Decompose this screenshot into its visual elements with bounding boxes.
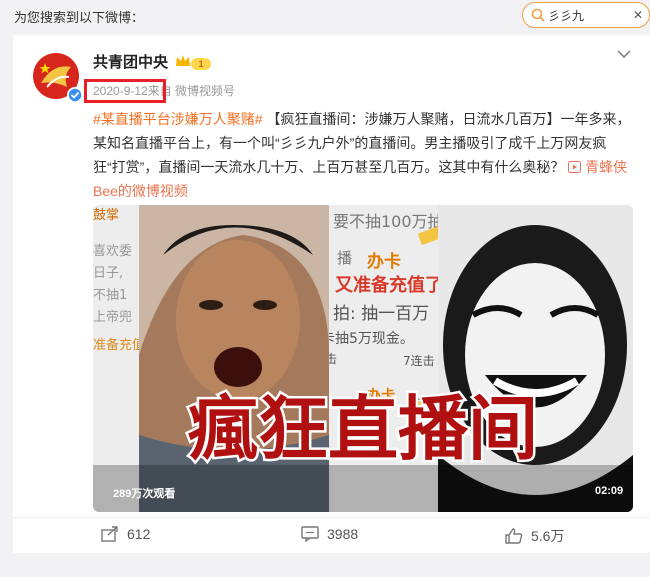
- bg-text: 办卡: [367, 251, 401, 272]
- video-player[interactable]: 鼓掌 喜欢委 日子, 不抽1 上帝兜 准备充值 要不抽100万抽 播 办卡 又准…: [93, 205, 633, 512]
- share-button[interactable]: 612: [101, 526, 150, 542]
- author-name[interactable]: 共青团中央: [93, 51, 168, 72]
- bg-text: 鼓掌: [93, 208, 119, 223]
- video-thumbnail: 鼓掌 喜欢委 日子, 不抽1 上帝兜 准备充值 要不抽100万抽 播 办卡 又准…: [93, 205, 633, 512]
- video-duration: 02:09: [595, 485, 624, 497]
- clear-search-icon[interactable]: ✕: [633, 8, 643, 22]
- bg-text: 上帝兜: [93, 309, 132, 325]
- comment-button[interactable]: 3988: [301, 526, 358, 542]
- bg-text: 播: [337, 249, 352, 267]
- comment-icon: [301, 526, 319, 542]
- post-body: #某直播平台涉嫌万人聚赌# 【疯狂直播间：涉嫌万人聚赌，日流水几百万】一年多来，…: [93, 107, 633, 203]
- date-highlight-box: [84, 79, 166, 103]
- bg-text: 7连击: [403, 353, 435, 368]
- search-result-header: 为您搜索到以下微博： ✕: [0, 0, 650, 30]
- video-link-icon: [568, 161, 582, 173]
- crown-icon: [176, 55, 190, 66]
- bg-text: 拍: 抽一百万: [333, 304, 429, 324]
- vip-level-badge: 1: [191, 58, 211, 70]
- video-title-overlay: 瘋狂直播间: [188, 387, 538, 470]
- bg-text: 要不抽100万抽: [333, 212, 444, 231]
- thumbs-up-icon: [505, 528, 523, 544]
- hashtag-link[interactable]: #某直播平台涉嫌万人聚赌#: [93, 111, 263, 127]
- search-result-hint: 为您搜索到以下微博：: [14, 10, 145, 25]
- search-input[interactable]: [548, 7, 608, 23]
- share-icon: [101, 526, 118, 542]
- bg-text: 又准备充值了: [334, 274, 443, 296]
- bg-text: 不抽1: [93, 288, 127, 303]
- search-icon: [531, 8, 545, 22]
- like-count: 5.6万: [531, 528, 565, 544]
- verified-badge-icon: [67, 87, 83, 103]
- bg-text: 卡抽5万现金。: [321, 331, 414, 347]
- view-count: 289万次观看: [113, 488, 176, 500]
- bg-text: 喜欢委: [93, 244, 132, 259]
- bg-text: 日子,: [93, 266, 123, 281]
- search-box[interactable]: ✕: [522, 2, 650, 28]
- post-action-bar: 612 3988 5.6万: [13, 517, 650, 553]
- share-count: 612: [127, 526, 151, 542]
- like-button[interactable]: 5.6万: [505, 526, 564, 546]
- chevron-down-icon[interactable]: [617, 49, 631, 59]
- weibo-post-card: 共青团中央 1 2020-9-12来自 微博视频号 #某直播平台涉嫌万人聚赌# …: [13, 35, 650, 553]
- comment-count: 3988: [327, 526, 359, 542]
- bg-text: 准备充值: [93, 337, 145, 353]
